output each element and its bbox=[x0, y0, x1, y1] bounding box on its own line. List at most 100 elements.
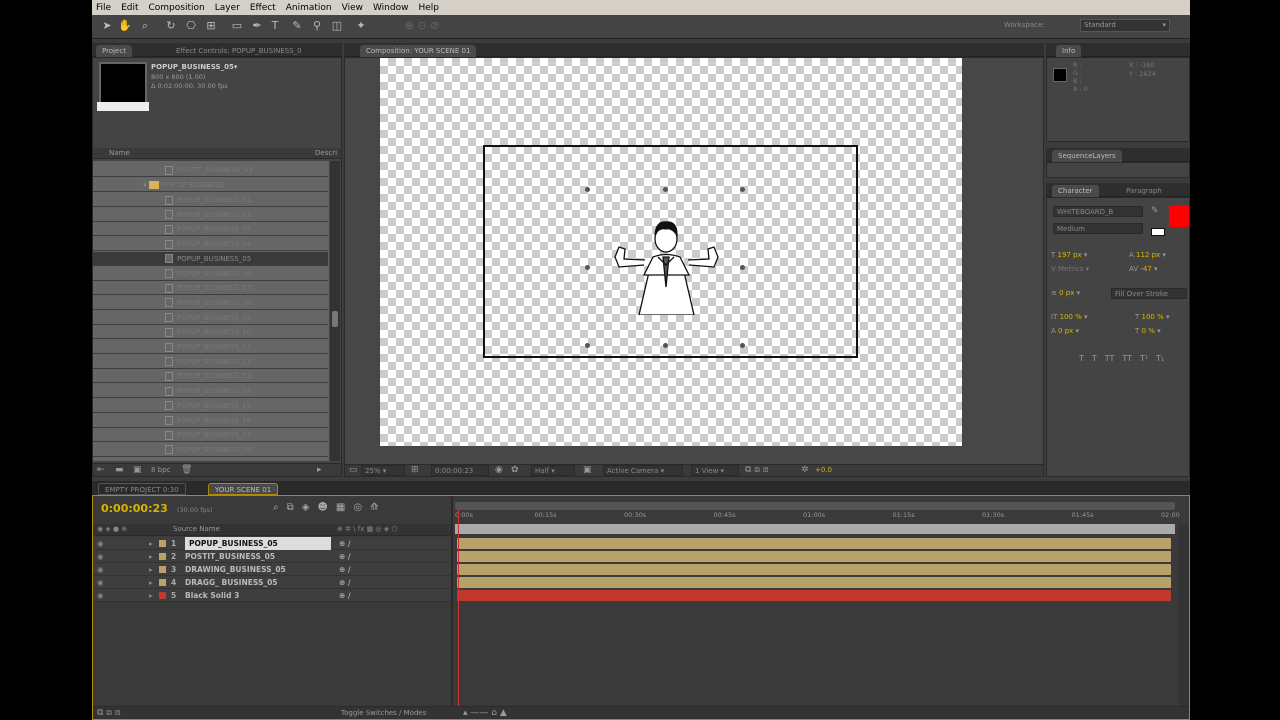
col-name[interactable]: Name bbox=[109, 149, 130, 157]
chevron-right-icon[interactable]: ▸ bbox=[149, 537, 153, 550]
search-icon[interactable]: ⌕ bbox=[273, 502, 279, 513]
rectangle-tool-icon[interactable]: ▭ bbox=[230, 19, 244, 33]
layer-name[interactable]: POSTIT_BUSINESS_05 bbox=[185, 550, 275, 563]
list-item[interactable]: POPUP_BUSINESS_14 bbox=[93, 384, 328, 399]
tab-character[interactable]: Character bbox=[1052, 185, 1099, 197]
tab-sequence-layers[interactable]: SequenceLayers bbox=[1052, 150, 1122, 162]
list-item[interactable]: POPUP_BUSINESS_10 bbox=[93, 325, 328, 340]
work-area-bar[interactable] bbox=[455, 524, 1175, 534]
exposure-value[interactable]: +0.0 bbox=[815, 466, 832, 474]
label-color-swatch[interactable] bbox=[159, 579, 166, 586]
list-item[interactable]: POSTIT_BUSINESS_53 bbox=[93, 163, 328, 177]
hand-tool-icon[interactable]: ✋ bbox=[118, 19, 132, 33]
scroll-right-icon[interactable]: ▸ bbox=[317, 465, 322, 475]
tab-empty-project[interactable]: EMPTY PROJECT 0:30 bbox=[98, 483, 186, 495]
graph-editor-icon[interactable]: ⟰ bbox=[370, 502, 378, 513]
timeline-scrollbar[interactable] bbox=[1179, 524, 1189, 714]
menu-file[interactable]: File bbox=[96, 3, 111, 13]
axis-mode-icons[interactable]: ⊕ ⊙ ⊘ bbox=[402, 19, 442, 33]
layer-duration-bar[interactable] bbox=[457, 590, 1171, 601]
resolution-select[interactable]: Half ▾ bbox=[531, 465, 575, 476]
eye-icon[interactable]: ◉ bbox=[97, 576, 104, 589]
layer-switches[interactable]: ⊕ ∕ bbox=[339, 589, 351, 602]
tracking-value[interactable]: -47 bbox=[1140, 265, 1151, 273]
list-item[interactable]: POPUP_BUSINESS_02 bbox=[93, 208, 328, 222]
layer-name[interactable]: DRAWING_BUSINESS_05 bbox=[185, 563, 286, 576]
list-item[interactable]: POPUP_BUSINESS_06 bbox=[93, 267, 328, 281]
col-description[interactable]: Descri bbox=[315, 149, 337, 157]
scrollbar-thumb[interactable] bbox=[332, 311, 338, 327]
faux-bold-button[interactable]: T bbox=[1079, 354, 1084, 363]
anchor-handle[interactable] bbox=[585, 265, 590, 270]
anchor-handle[interactable] bbox=[740, 265, 745, 270]
label-color-swatch[interactable] bbox=[159, 592, 166, 599]
layer-row[interactable]: ◉ ▸ 2 POSTIT_BUSINESS_05 ⊕ ∕ bbox=[93, 550, 451, 563]
layer-switches[interactable]: ⊕ ∕ bbox=[339, 563, 351, 576]
always-preview-icon[interactable]: ▭ bbox=[349, 465, 358, 475]
comp-mini-flowchart-icon[interactable]: ⧉ bbox=[287, 502, 294, 513]
chevron-right-icon[interactable]: ▸ bbox=[149, 589, 153, 602]
trash-icon[interactable]: 🗑 bbox=[181, 465, 192, 475]
work-area-navigator[interactable] bbox=[455, 502, 1175, 510]
tab-composition[interactable]: Composition: YOUR SCENE 01 bbox=[360, 45, 477, 57]
menu-edit[interactable]: Edit bbox=[121, 3, 138, 13]
current-time-indicator[interactable] bbox=[458, 510, 459, 719]
layer-name[interactable]: DRAGG_ BUSINESS_05 bbox=[185, 576, 278, 589]
anchor-handle[interactable] bbox=[585, 187, 590, 192]
menu-window[interactable]: Window bbox=[373, 3, 409, 13]
puppet-tool-icon[interactable]: ✦ bbox=[354, 19, 368, 33]
stroke-mode-select[interactable]: Fill Over Stroke bbox=[1111, 288, 1187, 299]
col-source-name[interactable]: Source Name bbox=[173, 525, 220, 533]
list-item[interactable]: POPUP_BUSINESS_13 bbox=[93, 369, 328, 384]
exposure-icon[interactable]: ✲ bbox=[801, 465, 809, 475]
pan-behind-tool-icon[interactable]: ⊞ bbox=[204, 19, 218, 33]
eye-icon[interactable]: ◉ bbox=[97, 589, 104, 602]
tsume-value[interactable]: 0 % bbox=[1142, 327, 1155, 335]
expand-panes-icon[interactable]: ⧉ ⧈ ⧇ bbox=[97, 708, 121, 718]
layer-duration-bar[interactable] bbox=[457, 564, 1171, 575]
anchor-handle[interactable] bbox=[740, 343, 745, 348]
fill-color-swatch[interactable] bbox=[1169, 205, 1189, 227]
list-item[interactable]: POPUP_BUSINESS_08 bbox=[93, 296, 328, 310]
layer-duration-bar[interactable] bbox=[457, 538, 1171, 549]
list-item[interactable]: POPUP_BUSINESS_11 bbox=[93, 340, 328, 354]
tab-your-scene[interactable]: YOUR SCENE 01 bbox=[208, 483, 279, 495]
timecode-field[interactable]: 0:00:00:23 bbox=[431, 465, 489, 476]
eraser-tool-icon[interactable]: ◫ bbox=[330, 19, 344, 33]
list-item[interactable]: POPUP_BUSINESS_17 bbox=[93, 428, 328, 443]
menu-help[interactable]: Help bbox=[418, 3, 439, 13]
layer-bounds[interactable] bbox=[483, 145, 858, 358]
baseline-value[interactable]: 0 px bbox=[1058, 327, 1073, 335]
folder-item[interactable]: ▾ PUP UP BUSINESS bbox=[93, 178, 328, 192]
tab-info[interactable]: Info bbox=[1056, 45, 1082, 57]
channel-icon[interactable]: ✿ bbox=[511, 465, 519, 475]
camera-select[interactable]: Active Camera ▾ bbox=[603, 465, 683, 476]
layer-row[interactable]: ◉ ▸ 5 Black Solid 3 ⊕ ∕ bbox=[93, 589, 451, 602]
menu-layer[interactable]: Layer bbox=[215, 3, 240, 13]
grid-icon[interactable]: ⊞ bbox=[411, 465, 419, 475]
magnification-select[interactable]: 25% ▾ bbox=[361, 465, 405, 476]
tab-paragraph[interactable]: Paragraph bbox=[1120, 185, 1168, 197]
composition-viewer[interactable] bbox=[380, 58, 962, 446]
menu-composition[interactable]: Composition bbox=[149, 3, 205, 13]
font-style-select[interactable]: Medium bbox=[1053, 223, 1143, 234]
font-size-value[interactable]: 197 px bbox=[1058, 251, 1082, 259]
layer-switches[interactable]: ⊕ ∕ bbox=[339, 576, 351, 589]
timeline-divider[interactable] bbox=[451, 496, 453, 719]
roi-icon[interactable]: ▣ bbox=[583, 465, 592, 475]
list-item[interactable]: POPUP_BUSINESS_15 bbox=[93, 399, 328, 413]
vertical-scale-value[interactable]: 100 % bbox=[1060, 313, 1082, 321]
eye-icon[interactable]: ◉ bbox=[97, 550, 104, 563]
list-item[interactable]: POPUP_BUSINESS_03 bbox=[93, 222, 328, 237]
leading-value[interactable]: 112 px bbox=[1136, 251, 1160, 259]
frame-blending-icon[interactable]: ▦ bbox=[336, 502, 345, 513]
anchor-handle[interactable] bbox=[740, 187, 745, 192]
list-item[interactable]: POPUP_BUSINESS_09 bbox=[93, 311, 328, 325]
eye-icon[interactable]: ◉ bbox=[97, 563, 104, 576]
layer-switches[interactable]: ⊕ ∕ bbox=[339, 537, 351, 550]
superscript-button[interactable]: T¹ bbox=[1140, 354, 1148, 363]
layer-switches[interactable]: ⊕ ∕ bbox=[339, 550, 351, 563]
layer-duration-bar[interactable] bbox=[457, 551, 1171, 562]
eye-icon[interactable]: ◉ bbox=[97, 537, 104, 550]
new-folder-icon[interactable]: ▬ bbox=[115, 465, 124, 475]
